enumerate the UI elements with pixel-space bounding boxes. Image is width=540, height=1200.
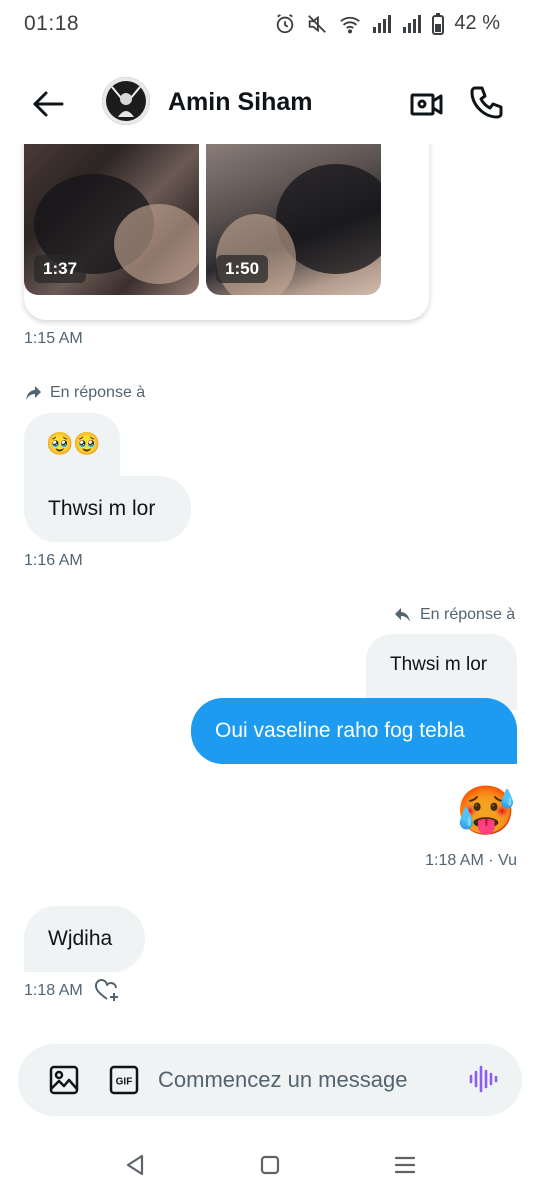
alarm-icon [277,13,294,33]
gif-label: GIF [116,1077,133,1088]
nav-back-button[interactable] [120,1150,150,1180]
mute-icon [308,14,327,33]
message-timestamp: 1:18 AM · Vu [425,852,517,869]
voice-message-icon [469,1065,498,1093]
add-gif-button[interactable]: GIF [108,1064,140,1096]
system-navigation-bar [0,1130,540,1200]
reply-label: En réponse à [50,384,146,401]
phone-call-button[interactable] [466,82,506,122]
message-timestamp: 1:18 AM [24,982,83,999]
phone-icon [470,86,503,119]
add-reaction-button[interactable] [94,978,120,1004]
battery-percent: 42 % [454,12,500,34]
message-timestamp: 1:15 AM [24,330,83,347]
contact-name[interactable]: Amin Siham [168,88,312,117]
video-call-icon [410,93,443,116]
back-arrow-icon [32,91,64,117]
avatar[interactable] [102,77,150,125]
thumb-shape [114,204,199,284]
add-image-button[interactable] [48,1064,80,1096]
reply-arrow-icon [395,608,410,622]
video-thumbnail[interactable]: 1:50 [206,144,381,295]
square-home-icon [260,1155,280,1175]
image-icon [49,1065,79,1095]
battery-icon [432,12,445,35]
voice-message-button[interactable] [466,1062,500,1096]
reply-indicator: En réponse à [24,384,145,402]
status-icons: 42 % [274,12,500,35]
video-duration: 1:37 [34,255,87,283]
nav-recents-button[interactable] [390,1150,420,1180]
avatar-image [102,77,150,125]
shared-media-card: 1:37 1:50 [0,144,540,344]
video-call-button[interactable] [406,84,446,124]
back-button[interactable] [28,84,68,124]
gif-icon: GIF [109,1065,139,1095]
menu-lines-icon [394,1156,416,1174]
video-thumbnail[interactable]: 1:37 [24,144,199,295]
wifi-icon [340,16,361,33]
heart-plus-icon [95,979,118,1001]
reply-arrow-icon [26,386,41,400]
message-bubble-outgoing[interactable]: Oui vaseline raho fog tebla [191,698,517,764]
status-bar: 01:18 42 % [0,0,540,50]
conversation-header: Amin Siham [0,72,540,134]
triangle-back-icon [126,1154,144,1176]
signal-icon [403,14,422,33]
nav-home-button[interactable] [255,1150,285,1180]
message-input[interactable] [158,1062,458,1098]
signal-icon [373,14,392,33]
message-timestamp: 1:16 AM [24,552,83,569]
emoji-message[interactable]: 🥵 [455,782,517,842]
reply-label: En réponse à [420,606,516,623]
video-duration: 1:50 [216,255,269,283]
reply-indicator: En réponse à [394,606,515,624]
status-time: 01:18 [24,12,80,35]
message-bubble-incoming[interactable]: Wjdiha [24,906,145,972]
message-composer: GIF [18,1044,522,1116]
message-bubble-incoming[interactable]: Thwsi m lor [24,476,191,542]
